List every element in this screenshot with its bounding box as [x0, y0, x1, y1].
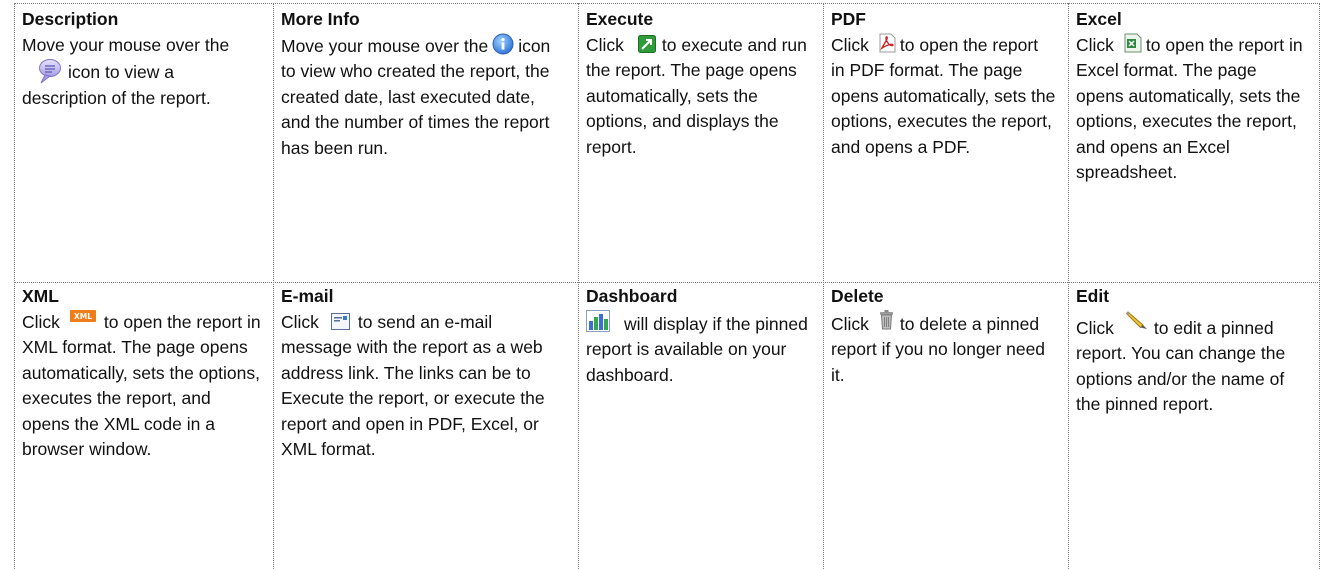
cell-title: Excel [1076, 9, 1122, 29]
cell-more-info: More Info Move your mouse over the icon … [273, 3, 578, 282]
cell-title: Edit [1076, 286, 1110, 306]
dashboard-chart-icon [586, 309, 610, 332]
cell-xml: XML Click XML to open the report in XML … [14, 282, 273, 569]
cell-dashboard: Dashboard will display if the pinned rep… [586, 286, 808, 385]
cell-title: XML [22, 286, 59, 306]
pencil-icon [1125, 310, 1148, 330]
cell-title: Dashboard [586, 286, 678, 306]
features-table: Description Move your mouse over the ico… [14, 3, 1320, 569]
cell-pdf: PDF Click to open the report in PDF form… [831, 9, 1056, 157]
cell-edit: Edit Click to edit a pinned report. You … [1068, 282, 1319, 569]
cell-title: Execute [586, 9, 654, 29]
email-icon [330, 312, 350, 330]
cell-title: Delete [831, 286, 884, 306]
xml-icon: XML [69, 309, 96, 322]
cell-title: More Info [281, 9, 360, 29]
cell-title: E-mail [281, 286, 334, 306]
speech-bubble-icon [36, 58, 62, 84]
table-border-right [1319, 3, 1320, 569]
execute-icon [637, 34, 656, 53]
cell-title: PDF [831, 9, 866, 29]
excel-icon [1124, 33, 1142, 53]
cell-title: Description [22, 9, 119, 29]
info-icon [492, 33, 514, 55]
cell-delete: Delete Click to delete a pinned report i… [823, 282, 1068, 569]
cell-excel: Excel Click to open the report in Excel … [1068, 3, 1319, 282]
cell-execute: Execute Click to execute and run the rep… [578, 3, 823, 282]
svg-text:XML: XML [74, 312, 92, 321]
trash-icon [879, 309, 894, 330]
cell-description: Description Move your mouse over the ico… [14, 3, 273, 282]
cell-email: E-mail Click to send an e-mail message w… [273, 282, 578, 569]
pdf-icon [879, 33, 896, 53]
